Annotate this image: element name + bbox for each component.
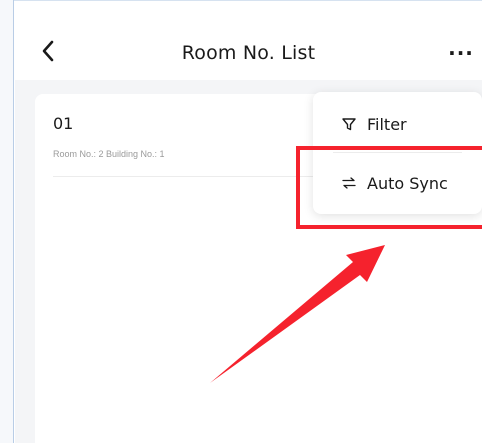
menu-item-filter[interactable]: Filter bbox=[313, 96, 482, 152]
window-frame-edge bbox=[0, 0, 14, 443]
room-number: 01 bbox=[53, 114, 74, 133]
filter-icon bbox=[340, 115, 358, 133]
highlight-box bbox=[296, 146, 482, 229]
menu-item-label: Filter bbox=[367, 114, 407, 134]
navigation-header: Room No. List ··· bbox=[15, 6, 482, 80]
more-options-button[interactable]: ··· bbox=[446, 41, 476, 65]
room-details: Room No.: 2 Building No.: 1 bbox=[53, 149, 165, 159]
page-title: Room No. List bbox=[181, 42, 316, 64]
